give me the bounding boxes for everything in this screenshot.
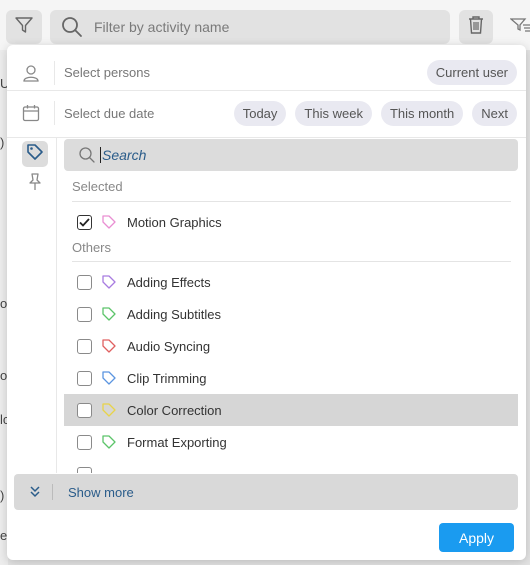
tag-label: Format Exporting [127, 434, 227, 450]
tag-checkbox[interactable] [77, 306, 92, 322]
tab-tags[interactable] [22, 141, 48, 167]
filter-list-icon [509, 16, 530, 39]
pin-icon [26, 172, 44, 197]
divider [72, 201, 511, 202]
search-icon [60, 15, 84, 39]
tag-item-adding-effects[interactable]: Adding Effects [64, 266, 518, 298]
due-date-select[interactable]: Select due date [64, 106, 234, 121]
filter-button[interactable] [6, 10, 42, 44]
tag-checkbox[interactable] [77, 370, 92, 386]
tag-icon [101, 434, 117, 450]
date-chip-next[interactable]: Next [472, 100, 517, 126]
search-placeholder: Filter by activity name [94, 19, 230, 35]
search-icon [78, 146, 96, 164]
tag-label: Clip Trimming [127, 370, 207, 386]
tag-icon [101, 214, 117, 230]
apply-button[interactable]: Apply [439, 523, 514, 552]
tag-label: Motion Graphics [127, 214, 222, 230]
tag-item-clip-trimming[interactable]: Clip Trimming [64, 362, 518, 394]
tag-icon [101, 370, 117, 386]
activity-search-input[interactable]: Filter by activity name [50, 10, 450, 44]
tag-item-adding-subtitles[interactable]: Adding Subtitles [64, 298, 518, 330]
tag-icon [101, 274, 117, 290]
tag-search-input[interactable]: Search [64, 139, 518, 171]
tag-item-audio-syncing[interactable]: Audio Syncing [64, 330, 518, 362]
tag-label: Audio Syncing [127, 338, 211, 354]
show-more-button[interactable]: Show more [14, 474, 518, 510]
divider [72, 261, 511, 262]
due-date-filter-row: Select due date Today This week This mon… [7, 95, 526, 131]
current-user-chip[interactable]: Current user [426, 60, 517, 85]
others-heading: Others [72, 240, 112, 255]
date-chip-today[interactable]: Today [233, 100, 287, 126]
divider [7, 137, 526, 138]
trash-icon [467, 15, 485, 40]
calendar-icon [7, 101, 55, 125]
background-text-fragment: ) [0, 135, 5, 150]
tag-checkbox[interactable] [77, 214, 92, 230]
tag-item-color-correction[interactable]: Color Correction [64, 394, 518, 426]
tag-checkbox[interactable] [77, 338, 92, 354]
tag-checkbox[interactable] [77, 467, 92, 473]
tag-label: Color Correction [127, 402, 222, 418]
tag-icon [101, 338, 117, 354]
selected-heading: Selected [72, 179, 123, 194]
tag-item-format-exporting[interactable]: Format Exporting [64, 426, 518, 458]
show-more-label: Show more [68, 484, 134, 500]
filter-tabs [7, 138, 57, 473]
tag-search-text: Search [100, 147, 147, 163]
sort-filter-button[interactable] [502, 10, 530, 44]
tag-icon [26, 143, 44, 166]
scroll-overflow-hint [64, 465, 518, 473]
tag-icon [101, 402, 117, 418]
background-text-fragment: ) [0, 488, 5, 503]
persons-select[interactable]: Select persons [64, 65, 427, 80]
tag-label: Adding Subtitles [127, 306, 221, 322]
filter-panel: Select persons Current user Select due d… [7, 45, 526, 560]
toolbar: Filter by activity name [0, 0, 530, 50]
persons-filter-row: Select persons Current user [7, 55, 526, 91]
tag-checkbox[interactable] [77, 274, 92, 290]
funnel-icon [14, 15, 34, 40]
chevrons-down-icon [28, 484, 53, 500]
tag-checkbox[interactable] [77, 434, 92, 450]
tab-pinned[interactable] [22, 171, 48, 197]
date-chip-this-week[interactable]: This week [295, 100, 372, 126]
tag-label: Adding Effects [127, 274, 211, 290]
delete-button[interactable] [459, 10, 493, 44]
person-icon [7, 60, 55, 85]
tag-item-motion-graphics[interactable]: Motion Graphics [64, 206, 518, 238]
date-chip-this-month[interactable]: This month [380, 100, 464, 126]
tag-icon [101, 306, 117, 322]
tag-checkbox[interactable] [77, 402, 92, 418]
